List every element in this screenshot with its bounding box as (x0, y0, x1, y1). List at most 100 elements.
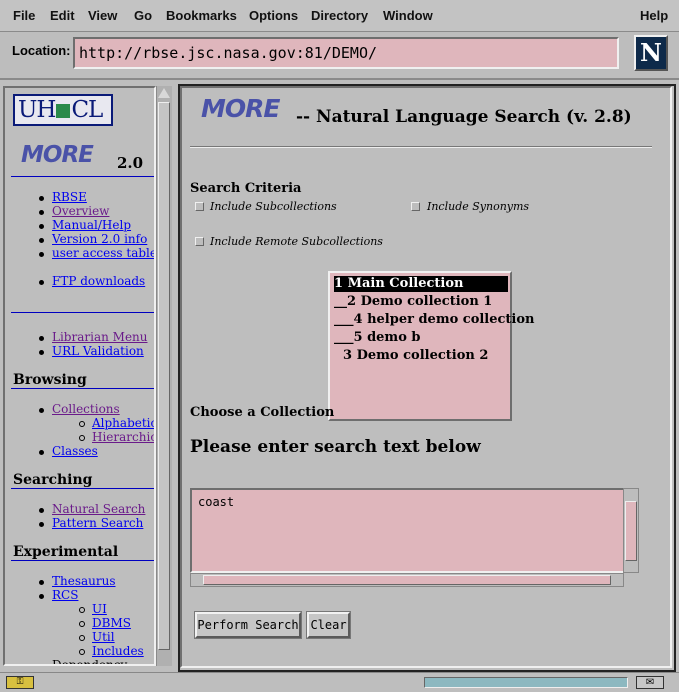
scroll-thumb[interactable] (625, 501, 637, 561)
search-criteria-heading: Search Criteria (190, 181, 302, 196)
scroll-up-arrow-icon[interactable] (158, 88, 170, 98)
include-remote-subcollections-checkbox[interactable] (195, 237, 204, 246)
location-label: Location: (12, 43, 71, 58)
sidebar-frame: UH CL MORE 2.0 RBSE Overview Manual/Help … (3, 86, 156, 666)
scroll-thumb[interactable] (158, 102, 170, 650)
divider (11, 488, 154, 489)
sidebar-link-manual[interactable]: Manual/Help (52, 218, 131, 232)
menu-view[interactable]: View (88, 8, 117, 23)
sidebar-link-classes[interactable]: Classes (52, 444, 98, 458)
main-frame: MORE -- Natural Language Search (v. 2.8)… (180, 86, 672, 668)
page-title: -- Natural Language Search (v. 2.8) (296, 107, 632, 127)
sidebar-link-overview[interactable]: Overview (52, 204, 109, 218)
sidebar-link-url-validation[interactable]: URL Validation (52, 344, 144, 358)
progress-bar (424, 677, 628, 688)
collection-option[interactable]: ___5 demo b (334, 330, 420, 346)
netscape-logo-icon[interactable]: N (634, 35, 668, 71)
sidebar-link-version-info[interactable]: Version 2.0 info (52, 232, 147, 246)
circle-bullet-icon (79, 421, 85, 427)
collection-option[interactable]: 1 Main Collection (334, 276, 508, 292)
sidebar-link-hierarchic[interactable]: Hierarchic (92, 430, 154, 444)
divider (11, 176, 154, 177)
choose-collection-label: Choose a Collection (190, 405, 335, 420)
scroll-thumb[interactable] (203, 575, 611, 585)
section-heading-experimental: Experimental (13, 544, 119, 560)
menu-file[interactable]: File (13, 8, 35, 23)
perform-search-button[interactable]: Perform Search (194, 611, 302, 639)
bullet-icon (39, 580, 44, 585)
more-logo: MORE (201, 94, 280, 123)
divider (11, 560, 154, 561)
sidebar-link-thesaurus[interactable]: Thesaurus (52, 574, 116, 588)
location-input[interactable]: http://rbse.jsc.nasa.gov:81/DEMO/ (73, 37, 619, 69)
search-text-area[interactable]: coast (190, 488, 626, 573)
sidebar-link-includes[interactable]: Includes (92, 644, 144, 658)
security-key-icon[interactable]: ⚿ (6, 676, 34, 689)
mail-icon[interactable]: ✉ (636, 676, 664, 689)
more-logo: MORE (21, 142, 94, 168)
bullet-icon (39, 196, 44, 201)
bullet-icon (39, 594, 44, 599)
divider (11, 312, 154, 313)
uhcl-logo[interactable]: UH CL (13, 94, 113, 126)
menu-edit[interactable]: Edit (50, 8, 75, 23)
menu-options[interactable]: Options (249, 8, 298, 23)
sidebar-scrollbar[interactable] (156, 86, 172, 666)
sidebar-link-ftp[interactable]: FTP downloads (52, 274, 145, 288)
sidebar-link-pattern-search[interactable]: Pattern Search (52, 516, 143, 530)
bullet-icon (39, 508, 44, 513)
sidebar-link-dbms[interactable]: DBMS (92, 616, 131, 630)
collection-option[interactable]: 3 Demo collection 2 (334, 348, 488, 364)
sidebar-link-dependency[interactable]: Dependency (52, 658, 127, 664)
include-synonyms-label: Include Synonyms (427, 200, 530, 213)
circle-bullet-icon (79, 621, 85, 627)
sidebar-link-collections[interactable]: Collections (52, 402, 120, 416)
divider (11, 388, 154, 389)
circle-bullet-icon (79, 607, 85, 613)
sidebar-link-alphabetic[interactable]: Alphabetic (92, 416, 154, 430)
location-bar: Location: http://rbse.jsc.nasa.gov:81/DE… (0, 32, 679, 80)
collection-listbox[interactable]: 1 Main Collection __2 Demo collection 1 … (328, 271, 535, 421)
include-subcollections-label: Include Subcollections (210, 200, 337, 213)
menubar: File Edit View Go Bookmarks Options Dire… (0, 0, 679, 32)
include-synonyms-checkbox[interactable] (411, 202, 420, 211)
bullet-icon (39, 280, 44, 285)
divider (190, 146, 652, 148)
version-label: 2.0 (117, 154, 144, 172)
bullet-icon (39, 522, 44, 527)
collection-option[interactable]: ___4 helper demo collection (334, 312, 535, 328)
sidebar-link-rbse[interactable]: RBSE (52, 190, 87, 204)
sidebar-link-librarian[interactable]: Librarian Menu (52, 330, 148, 344)
circle-bullet-icon (79, 435, 85, 441)
collection-option[interactable]: __2 Demo collection 1 (334, 294, 492, 310)
menu-bookmarks[interactable]: Bookmarks (166, 8, 237, 23)
sidebar-link-rcs[interactable]: RCS (52, 588, 78, 602)
sidebar-link-util[interactable]: Util (92, 630, 115, 644)
bullet-icon (39, 450, 44, 455)
search-text-heading: Please enter search text below (190, 437, 481, 457)
include-remote-subcollections-label: Include Remote Subcollections (210, 235, 383, 248)
include-subcollections-checkbox[interactable] (195, 202, 204, 211)
bullet-icon (39, 350, 44, 355)
menu-directory[interactable]: Directory (311, 8, 368, 23)
textarea-vertical-scrollbar[interactable] (623, 488, 639, 573)
circle-bullet-icon (79, 649, 85, 655)
bullet-icon (39, 238, 44, 243)
textarea-horizontal-scrollbar[interactable] (190, 573, 624, 587)
clear-button[interactable]: Clear (306, 611, 351, 639)
sidebar-link-ui[interactable]: UI (92, 602, 107, 616)
sidebar-link-user-access[interactable]: user access table (52, 246, 154, 260)
bullet-icon (39, 224, 44, 229)
menu-window[interactable]: Window (383, 8, 433, 23)
sidebar-link-natural-search[interactable]: Natural Search (52, 502, 145, 516)
bullet-icon (39, 408, 44, 413)
menu-help[interactable]: Help (640, 8, 668, 23)
section-heading-browsing: Browsing (13, 372, 87, 388)
bullet-icon (39, 210, 44, 215)
bullet-icon (39, 664, 44, 666)
bullet-icon (39, 252, 44, 257)
section-heading-searching: Searching (13, 472, 93, 488)
status-bar: ⚿ ✉ (0, 672, 679, 692)
bullet-icon (39, 336, 44, 341)
menu-go[interactable]: Go (134, 8, 152, 23)
